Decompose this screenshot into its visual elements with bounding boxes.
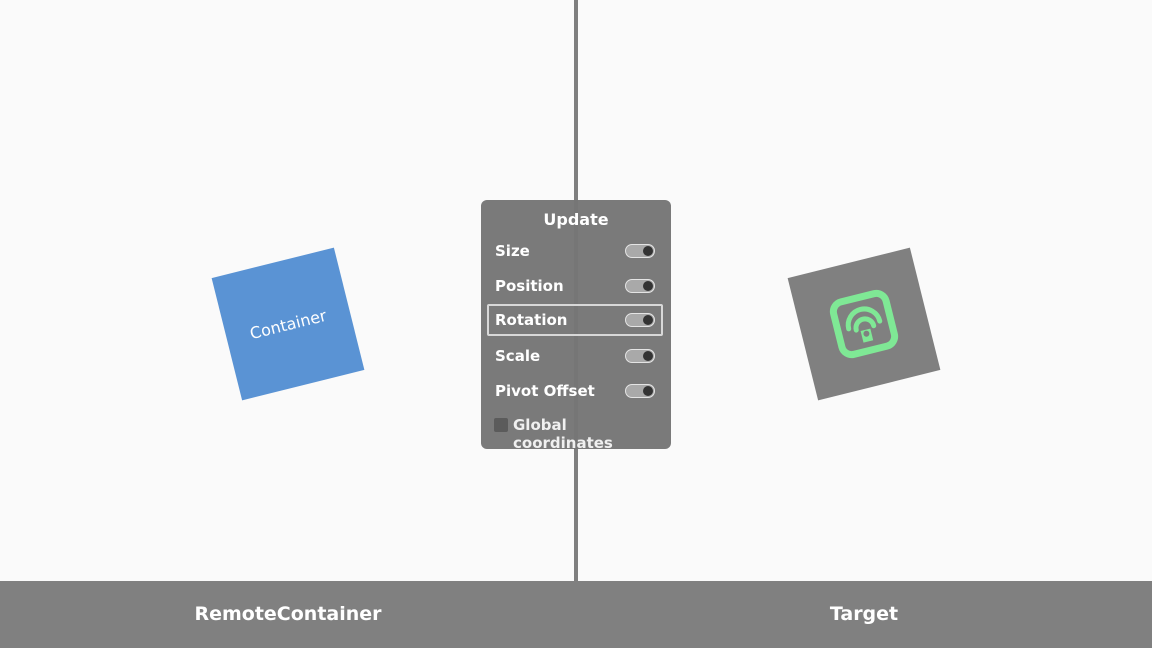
global-coordinates-label: Global coordinates [513,416,613,452]
global-coordinates-row[interactable]: Global coordinates [494,416,664,452]
global-coordinates-checkbox[interactable] [494,418,508,432]
pivot-offset-toggle-row[interactable]: Pivot Offset [487,375,663,407]
remote-signal-icon [829,289,899,359]
scale-label: Scale [495,347,541,365]
pivot-offset-label: Pivot Offset [495,382,595,400]
toggle-knob [643,281,653,291]
rotation-toggle[interactable] [625,313,655,327]
update-panel: Update Size Position Rotation Scale Pivo… [481,200,671,452]
position-toggle-row[interactable]: Position [487,270,663,302]
scale-toggle[interactable] [625,349,655,363]
footer-bar: RemoteContainer Target [0,581,1152,648]
rotation-toggle-row[interactable]: Rotation [487,304,663,336]
remote-container-node: Container [211,247,365,401]
pivot-offset-toggle[interactable] [625,384,655,398]
scene-viewport: Container Update Size Position Rotation … [0,0,1152,648]
container-label: Container [247,305,329,343]
toggle-knob [643,386,653,396]
target-node [787,247,941,401]
scale-toggle-row[interactable]: Scale [487,340,663,372]
position-toggle[interactable] [625,279,655,293]
size-toggle-row[interactable]: Size [487,235,663,267]
position-label: Position [495,277,564,295]
toggle-knob [643,315,653,325]
panel-title: Update [543,210,609,229]
toggle-knob [643,351,653,361]
remote-container-caption: RemoteContainer [194,603,382,625]
size-toggle[interactable] [625,244,655,258]
rotation-label: Rotation [495,311,568,329]
toggle-knob [643,246,653,256]
size-label: Size [495,242,530,260]
target-caption: Target [829,603,899,625]
